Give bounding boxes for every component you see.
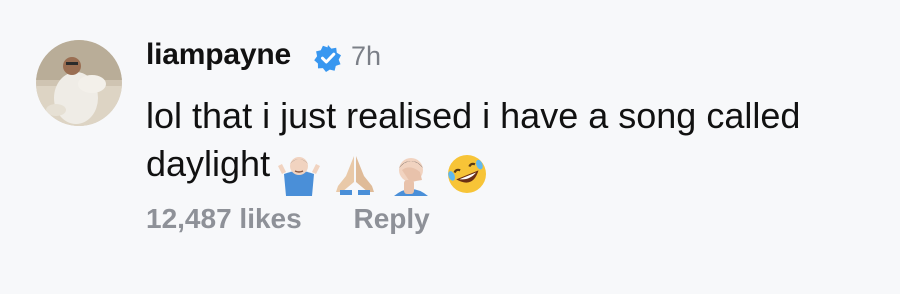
reply-button[interactable]: Reply [353, 203, 429, 235]
folded-hands-icon [332, 152, 378, 196]
verified-badge-icon [314, 44, 342, 72]
rolling-laugh-icon [444, 152, 490, 196]
avatar[interactable] [36, 40, 122, 126]
shrug-icon [276, 152, 322, 197]
comment-meta: 12,487 likes Reply [146, 203, 430, 235]
likes-count[interactable]: 12,487 likes [146, 203, 302, 235]
facepalm-icon [388, 152, 434, 197]
emoji-row [276, 148, 500, 197]
timestamp: 7h [351, 41, 382, 71]
comment-body: lol that i just realised i have a song c… [146, 92, 886, 197]
username[interactable]: liampayne [146, 38, 291, 72]
comment: liampayne 7h lol that i just realised i … [0, 0, 900, 294]
